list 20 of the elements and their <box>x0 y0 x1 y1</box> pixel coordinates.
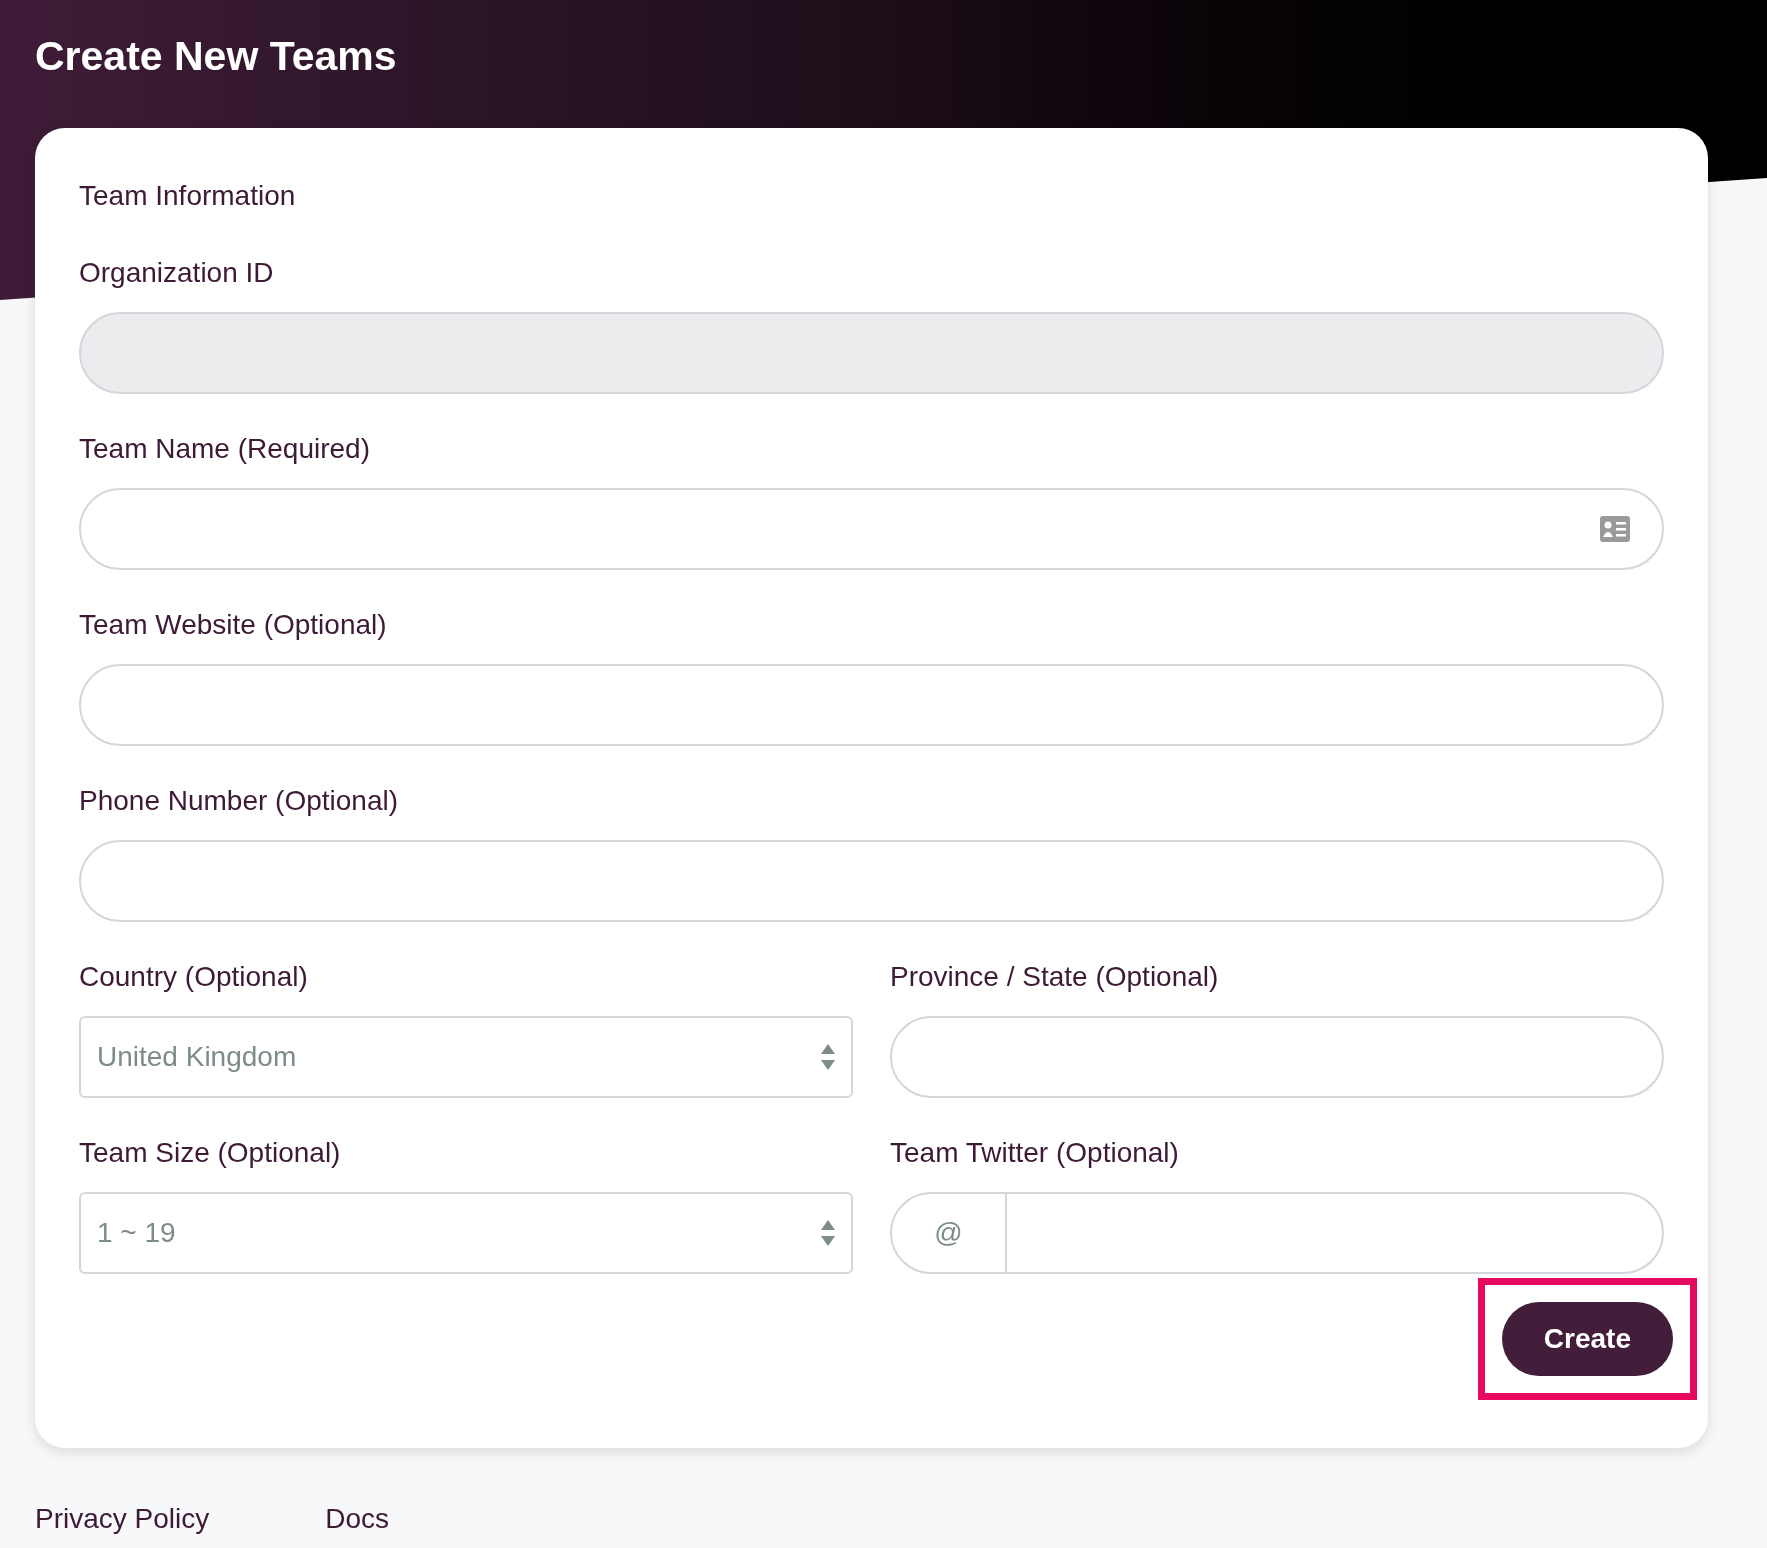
field-label: Province / State (Optional) <box>890 960 1220 994</box>
field-label: Country (Optional) <box>79 960 309 994</box>
sort-arrows-icon <box>821 1220 835 1246</box>
at-prefix: @ <box>892 1194 1007 1272</box>
field-label: Organization ID <box>79 256 275 290</box>
select-field[interactable]: 1 ~ 19 <box>79 1192 853 1274</box>
create-button[interactable]: Create <box>1501 1302 1673 1376</box>
select-field[interactable]: United Kingdom <box>79 1016 853 1098</box>
field-label: Team Name (Required) <box>79 432 371 466</box>
section-title: Team Information <box>79 179 297 213</box>
page-title: Create New Teams <box>35 32 398 81</box>
field-label: Team Website (Optional) <box>79 608 388 642</box>
input-field[interactable]: @ <box>890 1192 1664 1274</box>
field-label: Phone Number (Optional) <box>79 784 400 818</box>
field-label: Team Twitter (Optional) <box>890 1136 1180 1170</box>
footer-link[interactable]: Privacy Policy <box>35 1498 210 1540</box>
footer-link[interactable]: Docs <box>325 1498 390 1540</box>
sort-arrows-icon <box>821 1044 835 1070</box>
contact-card-icon <box>1600 516 1630 542</box>
field-label: Team Size (Optional) <box>79 1136 342 1170</box>
